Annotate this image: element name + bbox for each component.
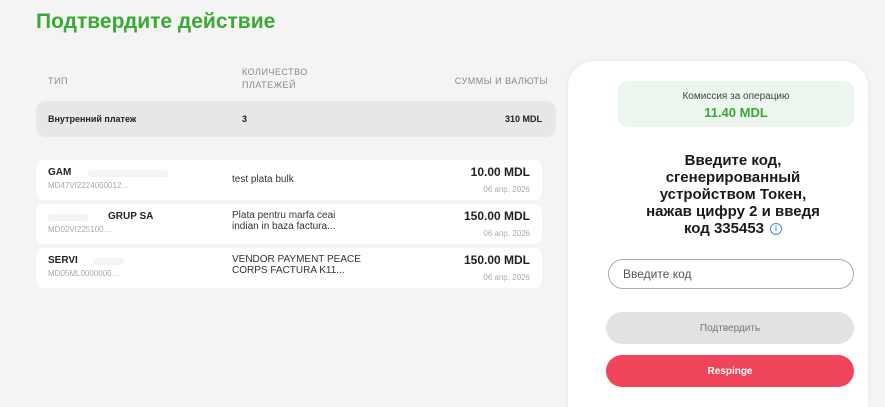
payment-account: MD02VI225100…	[48, 225, 112, 234]
prompt-line3: устройством Токен,	[659, 186, 807, 203]
confirmation-panel: Комиссия за операцию 11.40 MDL Введите к…	[568, 61, 868, 407]
summary-table-header: ТИП КОЛИЧЕСТВО ПЛАТЕЖЕЙ СУММЫ И ВАЛЮТЫ	[36, 64, 556, 94]
header-count-line1: КОЛИЧЕСТВО	[242, 67, 308, 77]
prompt-line4: нажав цифру 2 и введя	[646, 203, 820, 220]
fee-value: 11.40 MDL	[704, 105, 768, 120]
payment-description-line1: VENDOR PAYMENT PEACE	[232, 254, 361, 265]
payment-date: 06 апр. 2026	[483, 229, 530, 238]
payment-description-line1: Plata pentru marfa ceai	[232, 210, 336, 221]
header-count: КОЛИЧЕСТВО ПЛАТЕЖЕЙ	[242, 66, 332, 92]
payment-description: Plata pentru marfa ceai indian in baza f…	[232, 210, 402, 232]
payment-name: SERVI	[48, 255, 78, 266]
token-prompt: Введите код, сгенерированный устройством…	[606, 152, 860, 237]
payment-amount: 150.00 MDL	[463, 253, 530, 267]
page-title: Подтвердите действие	[36, 10, 276, 33]
reject-button[interactable]: Respinge	[606, 355, 854, 387]
payment-row[interactable]: SERVI MD05ML0000000… VENDOR PAYMENT PEAC…	[36, 248, 542, 288]
prompt-line1: Введите код,	[684, 152, 782, 169]
payment-description-line2: CORPS FACTURA K11...	[232, 265, 345, 276]
summary-sum: 310 MDL	[504, 114, 542, 124]
fee-label: Комиссия за операцию	[682, 91, 790, 102]
header-count-line2: ПЛАТЕЖЕЙ	[242, 80, 296, 90]
payment-row[interactable]: GAM MD47VI2224000012… test plata bulk 10…	[36, 160, 542, 200]
masked-text	[48, 214, 88, 221]
summary-count: 3	[242, 114, 248, 124]
payment-description: VENDOR PAYMENT PEACE CORPS FACTURA K11..…	[232, 254, 402, 276]
fee-box: Комиссия за операцию 11.40 MDL	[618, 81, 854, 127]
payment-amount: 10.00 MDL	[470, 165, 530, 179]
payment-description-line1: test plata bulk	[232, 174, 294, 185]
info-icon[interactable]: i	[770, 223, 783, 236]
payment-amount: 150.00 MDL	[463, 209, 530, 223]
summary-row: Внутренний платеж 3 310 MDL	[36, 101, 556, 137]
payment-description-line2: indian in baza factura...	[232, 221, 336, 232]
payment-name: GAM	[48, 167, 72, 178]
payment-date: 06 апр. 2026	[483, 185, 530, 194]
confirm-button[interactable]: Подтвердить	[606, 312, 854, 344]
payment-account: MD05ML0000000…	[48, 269, 120, 278]
summary-type: Внутренний платеж	[48, 114, 137, 124]
prompt-line5: код 335453	[683, 220, 765, 237]
header-sum: СУММЫ И ВАЛЮТЫ	[454, 76, 548, 86]
code-input[interactable]	[608, 259, 854, 289]
masked-text	[94, 258, 124, 265]
payment-date: 06 апр. 2026	[483, 273, 530, 282]
prompt-line2: сгенерированный	[665, 169, 801, 186]
payment-account: MD47VI2224000012…	[48, 181, 130, 190]
masked-text	[88, 170, 168, 177]
payment-name: GRUP SA	[108, 211, 154, 222]
payment-description: test plata bulk	[232, 174, 402, 185]
header-type: ТИП	[48, 76, 68, 86]
payment-row[interactable]: GRUP SA MD02VI225100… Plata pentru marfa…	[36, 204, 542, 244]
